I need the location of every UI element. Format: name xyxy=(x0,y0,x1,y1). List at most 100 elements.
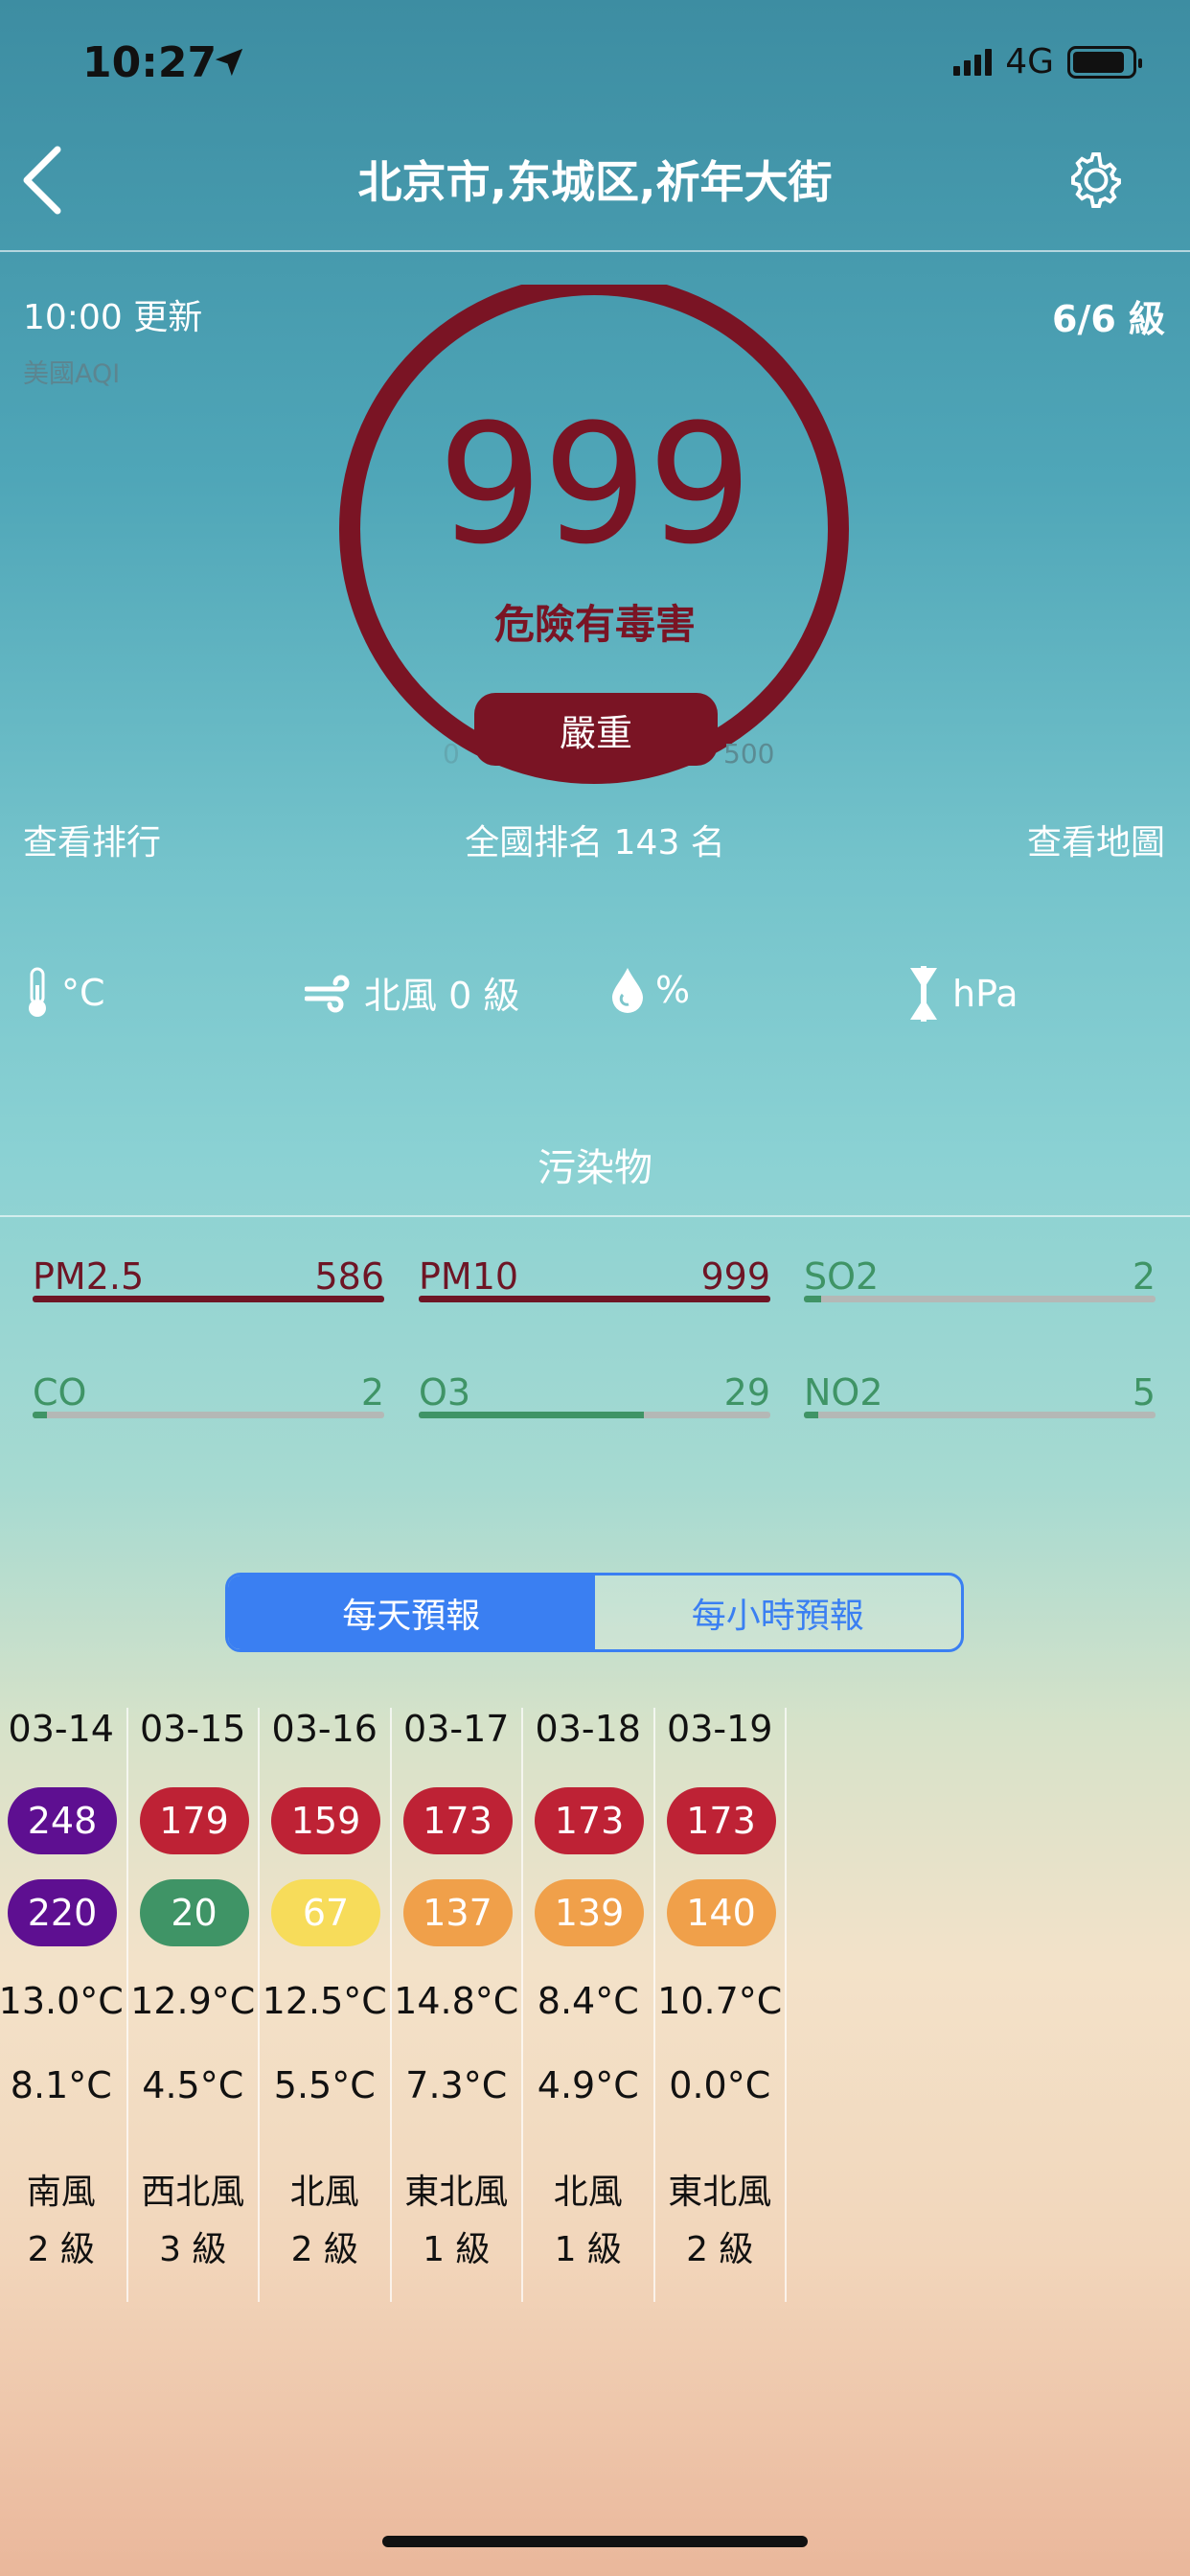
temp-low: 7.3°C xyxy=(405,2064,508,2106)
pollutant-bar xyxy=(804,1296,1156,1302)
pollutant-name: NO2 xyxy=(804,1371,883,1414)
wind-level: 1 級 xyxy=(554,2230,622,2269)
pollutant-value: 586 xyxy=(314,1255,384,1298)
pressure-item: hPa xyxy=(904,966,1018,1022)
forecast-date: 03-16 xyxy=(271,1708,378,1750)
wind-direction: 東北風 xyxy=(404,2173,509,2212)
forecast-toggle: 每天預報 每小時預報 xyxy=(225,1573,964,1652)
network-type: 4G xyxy=(1005,42,1054,81)
temp-low: 5.5°C xyxy=(273,2064,376,2106)
pollutant-bar-fill xyxy=(33,1296,384,1302)
forecast-day: 03-19 173 140 10.7°C 0.0°C 東北風 2 級 xyxy=(655,1708,787,2302)
pollutant-item[interactable]: PM10 999 xyxy=(419,1255,770,1332)
wind-level: 2 級 xyxy=(27,2230,95,2269)
wind-level: 2 級 xyxy=(290,2230,358,2269)
signal-icon xyxy=(953,48,993,76)
tab-hourly-forecast[interactable]: 每小時預報 xyxy=(595,1576,962,1649)
forecast-date: 03-17 xyxy=(403,1708,510,1750)
wind-direction: 南風 xyxy=(26,2173,96,2212)
wind-level: 3 級 xyxy=(159,2230,227,2269)
forecast-date: 03-19 xyxy=(667,1708,773,1750)
settings-button[interactable] xyxy=(1062,146,1131,218)
aqi-value: 999 xyxy=(437,388,753,581)
aqi-low-pill: 220 xyxy=(8,1879,117,1946)
update-time: 10:00 更新 xyxy=(23,298,203,337)
forecast-date: 03-18 xyxy=(535,1708,641,1750)
tab-daily-forecast[interactable]: 每天預報 xyxy=(228,1576,595,1649)
forecast-date: 03-14 xyxy=(8,1708,114,1750)
temp-low: 0.0°C xyxy=(669,2064,771,2106)
aqi-low-pill: 140 xyxy=(666,1879,776,1946)
temperature-item: °C xyxy=(23,966,105,1020)
aqi-low-pill: 67 xyxy=(271,1879,380,1946)
aqi-standard: 美國AQI xyxy=(23,359,121,389)
wind-value: 北風 0 級 xyxy=(364,975,520,1017)
wind-direction: 北風 xyxy=(553,2173,623,2212)
pollutant-name: PM2.5 xyxy=(33,1255,145,1298)
pollutant-item[interactable]: O3 29 xyxy=(419,1371,770,1448)
pollutants-title: 污染物 xyxy=(538,1146,652,1190)
aqi-low-pill: 137 xyxy=(402,1879,513,1946)
pollutant-value: 2 xyxy=(1132,1255,1156,1298)
header-divider xyxy=(0,250,1190,252)
wind-direction: 東北風 xyxy=(668,2173,772,2212)
aqi-category: 危險有毒害 xyxy=(493,601,696,648)
aqi-high-pill: 173 xyxy=(535,1787,644,1854)
pollutant-bar-fill xyxy=(804,1296,822,1302)
temp-high: 12.9°C xyxy=(130,1980,256,2022)
aqi-high-pill: 248 xyxy=(8,1787,117,1854)
aqi-level-fraction: 6/6 級 xyxy=(1052,298,1165,340)
temp-high: 8.4°C xyxy=(537,1980,639,2022)
aqi-high-pill: 179 xyxy=(139,1787,249,1854)
wind-direction: 西北風 xyxy=(141,2173,245,2212)
location-arrow-icon xyxy=(213,46,245,82)
temp-low: 8.1°C xyxy=(10,2064,112,2106)
pollutant-bar-fill xyxy=(804,1412,818,1418)
temp-low: 4.5°C xyxy=(142,2064,244,2106)
forecast-day: 03-17 173 137 14.8°C 7.3°C 東北風 1 級 xyxy=(392,1708,523,2302)
pollutant-bar-fill xyxy=(419,1296,770,1302)
pollutant-item[interactable]: CO 2 xyxy=(33,1371,384,1448)
wind-item: 北風 0 級 xyxy=(305,966,519,1019)
aqi-low-pill: 139 xyxy=(535,1879,644,1946)
pollutant-item[interactable]: SO2 2 xyxy=(804,1255,1156,1332)
aqi-high-pill: 159 xyxy=(271,1787,380,1854)
view-map-link[interactable]: 查看地圖 xyxy=(1027,815,1165,864)
humidity-item: % xyxy=(609,966,690,1014)
temp-low: 4.9°C xyxy=(537,2064,639,2106)
status-right: 4G xyxy=(953,42,1142,81)
temp-high: 10.7°C xyxy=(657,1980,783,2022)
gear-icon xyxy=(1071,152,1121,208)
temperature-value: °C xyxy=(61,972,105,1014)
pollutant-bar xyxy=(804,1412,1156,1418)
pollutant-bar-fill xyxy=(33,1412,47,1418)
wind-icon xyxy=(305,975,350,1012)
water-drop-icon xyxy=(612,968,643,1013)
forecast-day: 03-18 173 139 8.4°C 4.9°C 北風 1 級 xyxy=(523,1708,655,2302)
aqi-high-pill: 173 xyxy=(402,1787,513,1854)
page-title: 北京市,东城区,祈年大街 xyxy=(357,156,833,208)
pollutant-value: 2 xyxy=(360,1371,384,1414)
pollutant-item[interactable]: PM2.5 586 xyxy=(33,1255,384,1332)
thermometer-icon xyxy=(29,967,46,1017)
forecast-day: 03-14 248 220 13.0°C 8.1°C 南風 2 級 xyxy=(0,1708,128,2302)
temp-high: 12.5°C xyxy=(262,1980,387,2022)
pressure-value: hPa xyxy=(952,973,1018,1015)
temp-high: 14.8°C xyxy=(394,1980,519,2022)
battery-icon xyxy=(1067,45,1142,79)
pollutant-value: 29 xyxy=(723,1371,770,1414)
pollutant-name: PM10 xyxy=(419,1255,519,1298)
pollutant-bar xyxy=(419,1296,770,1302)
forecast-day: 03-16 159 67 12.5°C 5.5°C 北風 2 級 xyxy=(260,1708,392,2302)
pollutant-bar xyxy=(33,1296,384,1302)
pollutant-name: SO2 xyxy=(804,1255,880,1298)
pollutant-value: 5 xyxy=(1132,1371,1156,1414)
pollutant-value: 999 xyxy=(700,1255,770,1298)
gauge-max-label: 500 xyxy=(723,738,775,770)
forecast-day: 03-15 179 20 12.9°C 4.5°C 西北風 3 級 xyxy=(128,1708,260,2302)
home-indicator[interactable] xyxy=(382,2536,808,2547)
pollutant-name: CO xyxy=(33,1371,87,1414)
pollutant-bar xyxy=(419,1412,770,1418)
pollutant-item[interactable]: NO2 5 xyxy=(804,1371,1156,1448)
aqi-severity-badge: 嚴重 xyxy=(474,693,718,766)
